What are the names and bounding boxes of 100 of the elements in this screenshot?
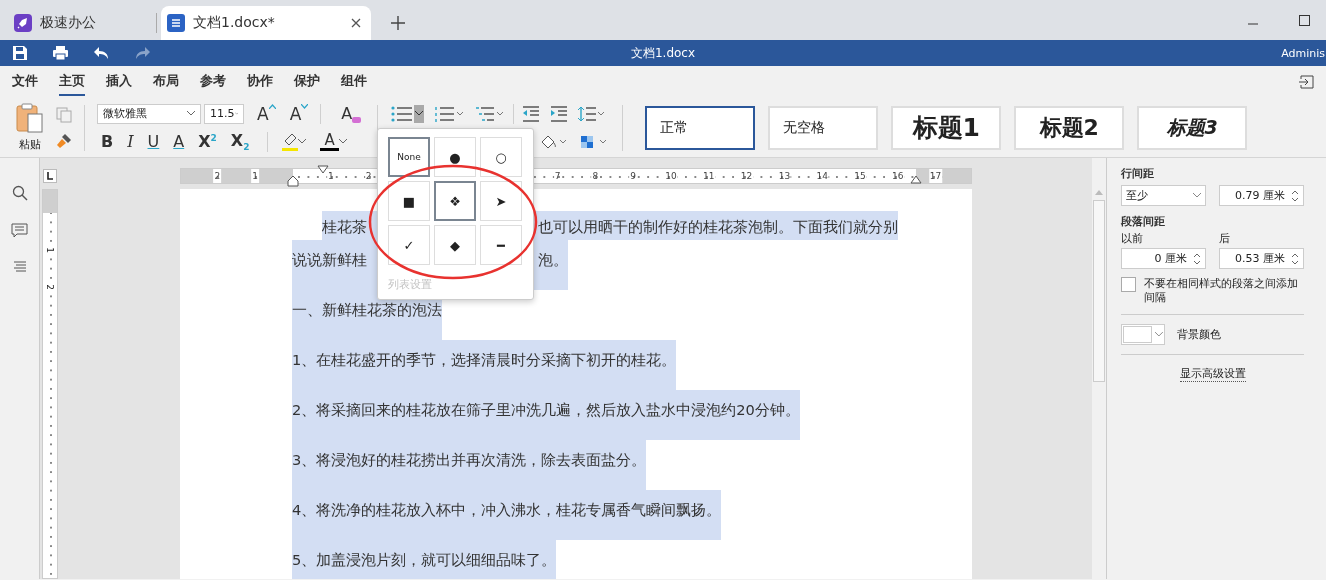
caret-icon[interactable]	[338, 139, 347, 144]
bullet-option[interactable]: ○	[480, 137, 522, 177]
menu-tab[interactable]: 参考	[200, 68, 226, 96]
bullet-option[interactable]: ●	[434, 137, 476, 177]
close-icon[interactable]	[351, 18, 361, 28]
search-icon[interactable]	[11, 185, 28, 201]
strikethrough-button[interactable]: A	[169, 132, 189, 151]
save-icon[interactable]	[12, 45, 28, 61]
style-preset[interactable]: 无空格	[768, 105, 879, 150]
spinner-icon[interactable]	[1291, 251, 1299, 266]
menu-tab[interactable]: 文件	[12, 68, 38, 96]
checkbox-label: 不要在相同样式的段落之间添加间隔	[1144, 277, 1299, 305]
menu-tab[interactable]: 插入	[106, 68, 132, 96]
underline-button[interactable]: U	[143, 132, 164, 151]
undo-icon[interactable]	[93, 46, 110, 60]
paragraph-text: 4、将洗净的桂花放入杯中，冲入沸水，桂花专属香气瞬间飘扬。	[292, 501, 722, 518]
advanced-settings-link[interactable]: 显示高级设置	[1179, 366, 1246, 382]
paragraph-text: 说说新鲜桂	[292, 250, 368, 270]
scrollbar-thumb[interactable]	[1093, 200, 1105, 382]
bullet-option[interactable]: ➤	[480, 181, 522, 221]
paragraph-text: 2、将采摘回来的桂花放在筛子里冲洗几遍，然后放入盐水中浸泡约20分钟。	[292, 401, 800, 418]
paragraph-text: 一、新鲜桂花茶的泡法	[292, 301, 442, 318]
menu-tab[interactable]: 协作	[247, 68, 273, 96]
color-dropdown[interactable]	[1121, 324, 1165, 345]
subscript-button[interactable]: X$_{2}$	[226, 130, 254, 153]
spacing-after-field[interactable]: 0.53 厘米	[1219, 248, 1304, 269]
paragraph-text: 1、在桂花盛开的季节，选择清晨时分采摘下初开的桂花。	[292, 351, 677, 368]
tab-stop-icon[interactable]	[43, 169, 57, 183]
spinner-icon[interactable]	[1291, 188, 1299, 203]
caret-icon[interactable]	[298, 139, 307, 144]
document-tab[interactable]: 极速办公	[8, 6, 156, 40]
new-tab-icon[interactable]	[391, 16, 405, 30]
indent-marker-icon[interactable]	[910, 175, 922, 184]
font-color-button[interactable]: A	[320, 132, 339, 151]
style-preset[interactable]: 正常	[645, 105, 756, 150]
clear-format-button[interactable]: A	[337, 104, 366, 123]
paragraph-text: 桂花茶	[322, 217, 368, 237]
bullet-option[interactable]: ━	[480, 225, 522, 265]
caret-icon	[301, 103, 309, 109]
vertical-ruler[interactable]: 1 2	[42, 189, 58, 579]
line-spacing-field[interactable]: 0.79 厘米	[1219, 185, 1304, 206]
paragraph-text: 泡。	[538, 250, 568, 270]
document-tab[interactable]: 文档1.docx*	[161, 6, 371, 40]
font-size-select[interactable]: 11.5	[204, 103, 244, 124]
menu-tab[interactable]: 主页	[59, 68, 85, 96]
indent-marker-icon[interactable]	[287, 175, 299, 187]
spacing-before-field[interactable]: 0 厘米	[1121, 248, 1206, 269]
comment-icon[interactable]	[11, 223, 28, 239]
open-panel-icon[interactable]	[1298, 75, 1314, 89]
section-label: 行间距	[1121, 166, 1155, 181]
section-label: 段落间距	[1121, 214, 1166, 229]
window-title: 文档1.docx	[630, 44, 696, 62]
highlighter-icon[interactable]	[282, 132, 299, 151]
bullet-option[interactable]: None	[388, 137, 430, 177]
checkbox[interactable]	[1121, 277, 1136, 292]
field-label: 背景颜色	[1177, 327, 1221, 342]
bullet-list-button[interactable]	[390, 103, 426, 124]
menu-tab[interactable]: 布局	[153, 68, 179, 96]
bullet-option[interactable]: ✓	[388, 225, 430, 265]
user-name[interactable]: Adminis	[1281, 46, 1325, 60]
italic-button[interactable]: I	[123, 132, 138, 151]
ruler-margin	[43, 190, 57, 213]
clipboard-icon	[16, 103, 44, 133]
paragraph-text: 3、将浸泡好的桂花捞出并再次清洗，除去表面盐分。	[292, 451, 647, 468]
bold-button[interactable]: B	[97, 132, 118, 151]
decrease-indent-icon[interactable]	[522, 105, 541, 122]
numbered-list-icon[interactable]	[435, 105, 466, 122]
indent-marker-icon[interactable]	[317, 165, 329, 174]
paragraph-text: 也可以用晒干的制作好的桂花茶泡制。下面我们就分别	[538, 217, 898, 237]
grow-font-button[interactable]: A	[253, 103, 280, 124]
caret-icon	[268, 103, 276, 109]
paragraph-text: 5、加盖浸泡片刻，就可以细细品味了。	[292, 551, 557, 568]
format-painter-icon[interactable]	[56, 132, 72, 149]
shrink-font-button[interactable]: A	[285, 103, 313, 124]
field-label: 后	[1219, 231, 1231, 246]
style-preset[interactable]: 标题3	[1137, 105, 1248, 150]
eraser-icon	[352, 117, 362, 123]
menu-tab[interactable]: 保护	[294, 68, 320, 96]
bullet-option[interactable]: ■	[388, 181, 430, 221]
print-icon[interactable]	[52, 45, 69, 61]
line-spacing-icon[interactable]	[578, 105, 607, 122]
ruler-number: 1	[251, 169, 260, 183]
ruler-number: 2	[213, 169, 222, 183]
style-preset[interactable]: 标题1	[891, 105, 1002, 150]
spinner-icon[interactable]	[1193, 251, 1201, 266]
bullet-option[interactable]: ◆	[434, 225, 476, 265]
increase-indent-icon[interactable]	[550, 105, 569, 122]
field-label: 以前	[1121, 231, 1143, 246]
menu-tab[interactable]: 组件	[341, 68, 367, 96]
maximize-icon[interactable]	[1299, 15, 1310, 26]
font-name-select[interactable]: 微软雅黑	[97, 103, 201, 124]
bullet-option[interactable]: ❖	[434, 181, 476, 221]
style-preset[interactable]: 标题2	[1014, 105, 1125, 150]
rocket-icon	[14, 14, 32, 32]
redo-icon[interactable]	[134, 46, 151, 60]
superscript-button[interactable]: X$^{2}$	[194, 132, 221, 151]
line-spacing-select[interactable]: 至少	[1121, 185, 1206, 206]
multilevel-list-icon[interactable]	[475, 105, 506, 122]
document-icon	[167, 14, 185, 32]
paste-button[interactable]: 粘贴	[14, 101, 46, 154]
